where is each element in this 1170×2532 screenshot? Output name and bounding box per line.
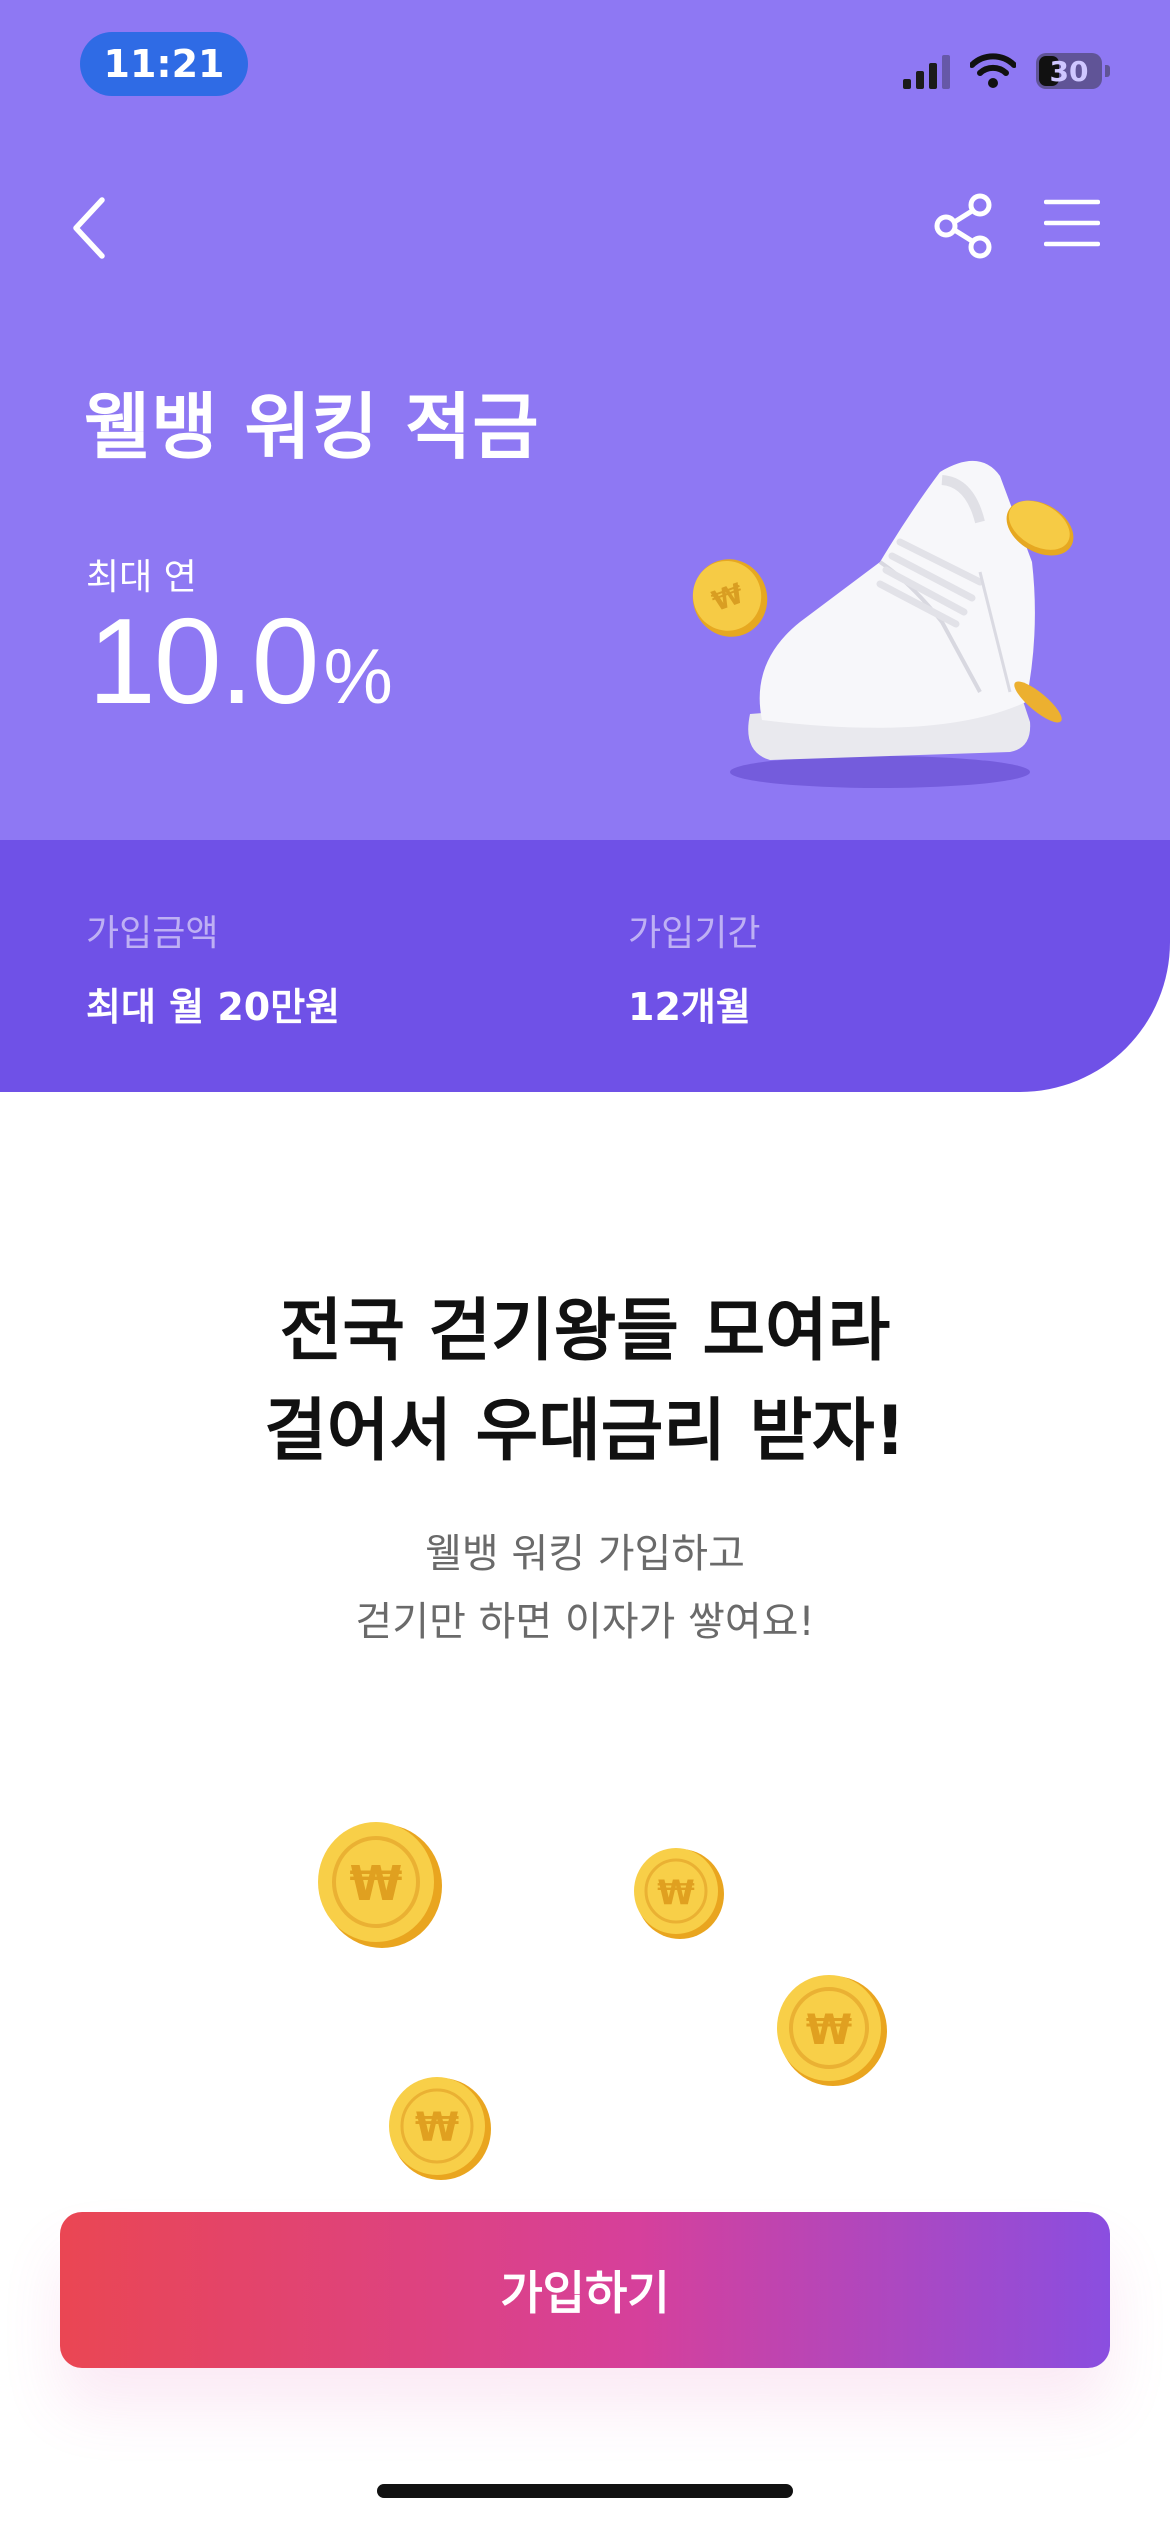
won-coin-icon: ₩ (318, 1822, 442, 1948)
sneaker-illustration: ₩ (692, 460, 1074, 788)
wifi-icon (970, 53, 1016, 88)
chevron-left-icon (73, 197, 105, 259)
rate-number: 10.0 (88, 593, 319, 729)
promo-sub-line1: 웰뱅 워킹 가입하고 (425, 1531, 745, 1577)
promo-sub-line2: 걷기만 하면 이자가 쌓여요! (355, 1599, 815, 1645)
join-button[interactable]: 가입하기 (60, 2212, 1110, 2368)
promo-headline-line1: 전국 걷기왕들 모여라 (279, 1292, 891, 1371)
menu-button[interactable] (1043, 198, 1101, 248)
share-button[interactable] (932, 192, 996, 260)
svg-text:₩: ₩ (415, 2105, 459, 2151)
period-value: 12개월 (628, 985, 751, 1029)
promo-headline-line2: 걸어서 우대금리 받자! (264, 1392, 906, 1471)
status-icons: 30 (903, 48, 1110, 94)
amount-value: 최대 월 20만원 (86, 985, 341, 1029)
cellular-signal-icon (903, 53, 950, 89)
battery-icon: 30 (1036, 53, 1102, 89)
period-label: 가입기간 (628, 913, 761, 954)
won-coin-icon: ₩ (389, 2077, 491, 2180)
svg-text:₩: ₩ (806, 2005, 852, 2054)
amount-info: 가입금액 최대 월 20만원 (86, 904, 340, 1031)
rate-value: 10.0% (88, 593, 393, 741)
svg-text:₩: ₩ (657, 1873, 695, 1913)
amount-label: 가입금액 (86, 913, 219, 954)
won-coin-icon: ₩ (777, 1975, 887, 2086)
share-icon (934, 193, 992, 259)
back-button[interactable] (64, 192, 120, 264)
svg-text:₩: ₩ (350, 1856, 403, 1912)
promo-headline: 전국 걷기왕들 모여라 걸어서 우대금리 받자! (0, 1282, 1170, 1482)
won-coin-icon: ₩ (634, 1848, 724, 1939)
period-info: 가입기간 12개월 (628, 904, 760, 1031)
battery-tip (1105, 65, 1110, 77)
hamburger-menu-icon (1043, 199, 1101, 247)
rate-unit: % (323, 632, 392, 720)
coin-left: ₩ (692, 559, 768, 637)
product-title: 웰뱅 워킹 적금 (84, 385, 540, 469)
promo-subtext: 웰뱅 워킹 가입하고 걷기만 하면 이자가 쌓여요! (0, 1520, 1170, 1656)
home-indicator (377, 2484, 793, 2498)
status-time: 11:21 (80, 32, 248, 96)
battery-level: 30 (1049, 54, 1089, 88)
